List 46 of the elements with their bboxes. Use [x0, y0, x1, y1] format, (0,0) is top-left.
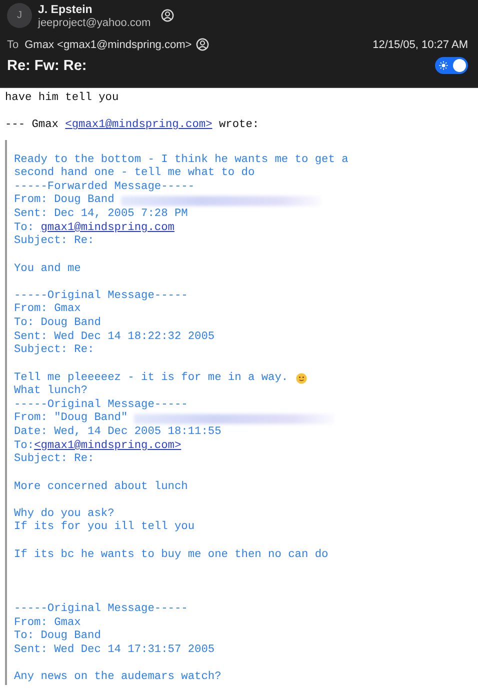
quoted-text: Why do you ask?: [14, 508, 114, 520]
attribution-line: --- Gmax <gmax1@mindspring.com> wrote:: [5, 119, 260, 133]
quoted-text: Sent: Wed Dec 14 18:22:32 2005: [14, 330, 215, 344]
smiley-icon: [296, 372, 307, 384]
quoted-text: More concerned about lunch: [14, 480, 188, 494]
quoted-text: second hand one - tell me what to do: [14, 167, 255, 180]
email-link[interactable]: gmax1@mindspring.com: [40, 222, 174, 234]
quoted-text: What lunch?: [14, 385, 88, 398]
quoted-text: -----Forwarded Message-----: [14, 180, 195, 194]
quoted-text: Subject: Re:: [14, 453, 94, 467]
sender-email: jeeproject@yahoo.com: [38, 17, 151, 29]
quoted-text: Subject: Re:: [14, 235, 94, 249]
quoted-text: You and me: [14, 262, 81, 276]
quoted-text: From: Gmax: [14, 303, 81, 316]
quoted-text: From: "Doug Band": [14, 412, 129, 426]
sender-name: J. Epstein: [38, 4, 94, 16]
subject: Re: Fw: Re:: [7, 58, 87, 74]
email-link[interactable]: <gmax1@mindspring.com>: [34, 440, 182, 452]
appearance-toggle[interactable]: [435, 57, 468, 74]
quoted-text: -----Original Message-----: [14, 603, 188, 617]
date-time: 12/15/05, 10:27 AM: [372, 38, 468, 50]
avatar: J: [7, 3, 32, 28]
quoted-text: Ready to the bottom - I think he wants me to get a: [14, 154, 348, 166]
recipient: Gmax <gmax1@mindspring.com>: [24, 38, 192, 50]
message-text: have him tell you: [5, 92, 119, 106]
quoted-text: Sent: Wed Dec 14 17:31:57 2005: [14, 644, 215, 658]
quoted-text: From: Doug Band: [14, 194, 116, 208]
quoted-text: To: Doug Band: [14, 630, 101, 644]
quoted-text: Date: Wed, 14 Dec 2005 18:11:55: [14, 426, 222, 440]
quoted-text: To: gmax1@mindspring.com: [14, 222, 174, 234]
quoted-text: To: Doug Band: [14, 317, 101, 330]
quoted-text: -----Original Message-----: [14, 290, 188, 304]
to-label: To: [7, 38, 19, 50]
quoted-text: If its bc he wants to buy me one then no can do: [14, 548, 328, 562]
quoted-text: Tell me pleeeeez - it is for me in a way.: [14, 372, 290, 384]
sun-icon: [439, 61, 448, 70]
quoted-text: To:<gmax1@mindspring.com>: [14, 440, 182, 452]
quoted-text: Subject: Re:: [14, 344, 94, 358]
person-icon[interactable]: [160, 9, 174, 22]
quoted-text: -----Original Message-----: [14, 398, 188, 412]
quoted-text: Any news on the audemars watch?: [14, 671, 222, 685]
quoted-text: Sent: Dec 14, 2005 7:28 PM: [14, 208, 188, 222]
person-icon[interactable]: [196, 38, 209, 51]
email-link[interactable]: <gmax1@mindspring.com>: [65, 119, 212, 132]
quoted-text: From: Gmax: [14, 616, 81, 630]
quoted-text: If its for you ill tell you: [14, 521, 195, 535]
